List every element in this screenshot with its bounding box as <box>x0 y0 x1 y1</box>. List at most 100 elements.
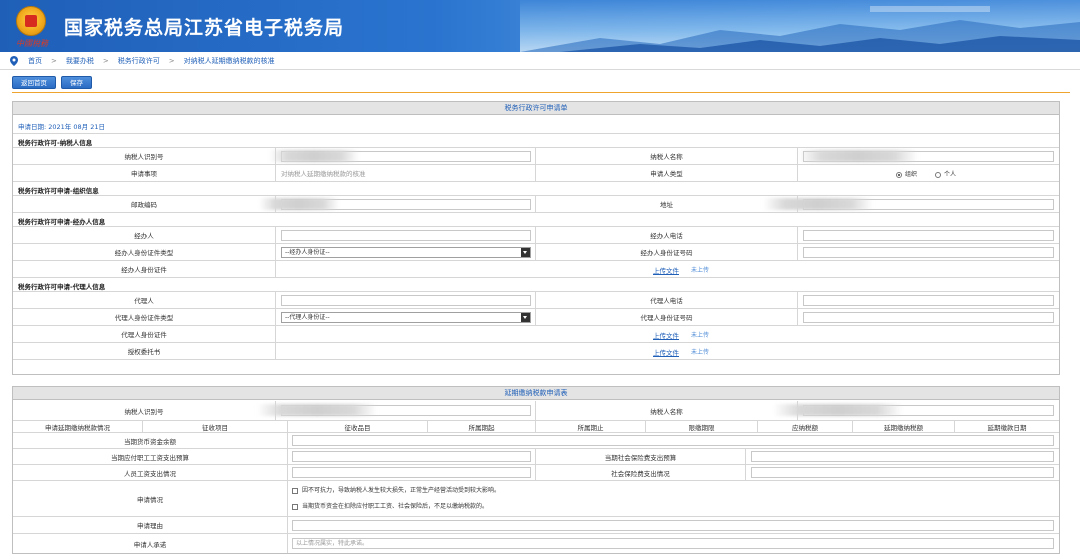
header-banner: 中國稅務 国家税务总局江苏省电子税务局 <box>0 0 1080 52</box>
label-authorization: 授权委托书 <box>13 343 276 359</box>
agent-upload-status: 未上传 <box>691 332 710 339</box>
applicant-type-org-radio[interactable]: 组织 <box>896 169 917 178</box>
social-actual-input[interactable] <box>751 467 1054 478</box>
agent-id-no-input[interactable] <box>803 312 1054 323</box>
form-row: 申请理由 <box>13 517 1059 534</box>
toolbar: 返回首页 保存 <box>12 76 92 89</box>
column-header: 限缴期限 <box>646 421 758 432</box>
form2-title: 延期缴纳税款申请表 <box>13 387 1059 400</box>
label-cash-balance: 当期货币资金余额 <box>13 433 288 448</box>
section-row: 税务行政许可申请-代理人信息 <box>13 278 1059 292</box>
label-wage-actual: 人员工资支出情况 <box>13 465 288 480</box>
save-button[interactable]: 保存 <box>61 76 92 89</box>
form-row: 邮政编码 地址 <box>13 196 1059 213</box>
column-header: 延期缴款日期 <box>987 423 1027 432</box>
situation-option-insufficient-funds[interactable]: 当期货币资金在扣除应付职工工资、社会保险后，不足以缴纳税款的。 <box>292 501 488 510</box>
form-row: 代理人身份证件类型 代理人身份证号码 --代理人身份证-- <box>13 309 1059 326</box>
permit-application-form: 税务行政许可申请单 申请日期: 2021年 08月 21日 税务行政许可-纳税人… <box>12 101 1060 375</box>
label-agent-id-no: 代理人身份证号码 <box>536 309 798 325</box>
back-home-button[interactable]: 返回首页 <box>12 76 56 89</box>
cash-balance-input[interactable] <box>292 435 1054 446</box>
label-commitment: 申请人承诺 <box>13 534 288 553</box>
apply-date: 申请日期: 2021年 08月 21日 <box>18 123 105 131</box>
section-handler: 税务行政许可申请-经办人信息 <box>18 218 106 226</box>
situation-option-force-majeure[interactable]: 因不可抗力，导致纳税人发生较大损失，正常生产经营活动受到较大影响。 <box>292 485 500 494</box>
checkbox-icon <box>292 487 298 494</box>
chevron-down-icon <box>521 248 530 257</box>
location-pin-icon <box>10 56 18 66</box>
label-taxpayer-name-2: 纳税人名称 <box>536 401 798 420</box>
tax-emblem-icon <box>16 6 46 36</box>
section-row: 税务行政许可申请-经办人信息 <box>13 213 1059 227</box>
breadcrumb-permit[interactable]: 税务行政许可 <box>118 56 160 66</box>
breadcrumb-separator: > <box>102 57 109 65</box>
commitment-input[interactable]: 以上情况属实，特此承诺。 <box>292 538 1054 549</box>
form-row: 经办人 经办人电话 <box>13 227 1059 244</box>
checkbox-label: 当期货币资金在扣除应付职工工资、社会保险后，不足以缴纳税款的。 <box>302 503 489 510</box>
cell <box>798 165 1059 181</box>
form-row: 纳税人识别号 纳税人名称 <box>13 401 1059 421</box>
handler-input[interactable] <box>281 230 531 241</box>
label-handler: 经办人 <box>13 227 276 243</box>
label-taxpayer-name: 纳税人名称 <box>536 148 798 164</box>
column-header: 征收项目 <box>143 421 288 432</box>
breadcrumb-separator: > <box>168 57 175 65</box>
select-value: --代理人身份证-- <box>285 314 330 321</box>
apply-item-value: 对纳税人延期缴纳税款的核准 <box>276 165 536 181</box>
label-taxpayer-id: 纳税人识别号 <box>13 148 276 164</box>
agent-id-type-select[interactable]: --代理人身份证-- <box>281 312 531 323</box>
site-title: 国家税务总局江苏省电子税务局 <box>64 17 345 39</box>
column-header: 申请延期缴纳税款情况 <box>13 421 143 432</box>
label-situation: 申请情况 <box>13 481 288 516</box>
chevron-down-icon <box>521 313 530 322</box>
label-agent-id-doc: 代理人身份证件 <box>13 326 276 342</box>
redacted-postcode <box>259 198 339 210</box>
agent-upload-link[interactable]: 上传文件 <box>653 330 679 340</box>
label-social-actual: 社会保险费支出情况 <box>536 465 746 480</box>
authorization-upload-status: 未上传 <box>691 349 710 356</box>
column-header: 应纳税额 <box>758 421 853 432</box>
redacted-taxpayer-id-2 <box>257 404 377 416</box>
agent-input[interactable] <box>281 295 531 306</box>
label-social-budget: 当期社会保险费支出预算 <box>536 449 746 464</box>
reason-input[interactable] <box>292 520 1054 531</box>
breadcrumb-tax[interactable]: 我要办税 <box>66 56 94 66</box>
form-row: 申请情况 因不可抗力，导致纳税人发生较大损失，正常生产经营活动受到较大影响。 当… <box>13 481 1059 517</box>
label-apply-item: 申请事项 <box>13 165 276 181</box>
form-row: 纳税人识别号 纳税人名称 <box>13 148 1059 165</box>
section-org: 税务行政许可申请-组织信息 <box>18 187 99 195</box>
breadcrumb-current[interactable]: 对纳税人延期缴纳税款的核准 <box>184 56 275 66</box>
form-row: 授权委托书 上传文件 未上传 <box>13 343 1059 360</box>
apply-date-row: 申请日期: 2021年 08月 21日 <box>13 116 1059 134</box>
handler-id-no-input[interactable] <box>803 247 1054 258</box>
radio-label: 组织 <box>905 171 918 178</box>
social-budget-input[interactable] <box>751 451 1054 462</box>
handler-upload-status: 未上传 <box>691 267 710 274</box>
handler-id-type-select[interactable]: --经办人身份证-- <box>281 247 531 258</box>
wage-budget-input[interactable] <box>292 451 531 462</box>
redacted-taxpayer-name-2 <box>773 404 903 416</box>
label-address: 地址 <box>536 196 798 212</box>
breadcrumb-home[interactable]: 首页 <box>28 56 42 66</box>
label-handler-id-type: 经办人身份证件类型 <box>13 244 276 260</box>
deferral-application-form: 延期缴纳税款申请表 纳税人识别号 纳税人名称 申请延期缴纳税款情况 征收项目 征… <box>12 386 1060 554</box>
handler-phone-input[interactable] <box>803 230 1054 241</box>
handler-upload-link[interactable]: 上传文件 <box>653 265 679 275</box>
agent-phone-input[interactable] <box>803 295 1054 306</box>
label-applicant-type: 申请人类型 <box>536 165 798 181</box>
wage-actual-input[interactable] <box>292 467 531 478</box>
label-agent: 代理人 <box>13 292 276 308</box>
checkbox-icon <box>292 503 298 510</box>
label-taxpayer-id-2: 纳税人识别号 <box>13 401 276 420</box>
column-header: 征收品目 <box>288 421 428 432</box>
section-row: 税务行政许可申请-组织信息 <box>13 182 1059 196</box>
form-row: 代理人 代理人电话 <box>13 292 1059 309</box>
label-handler-phone: 经办人电话 <box>536 227 798 243</box>
label-agent-phone: 代理人电话 <box>536 292 798 308</box>
column-header: 延期缴纳税额 <box>853 421 955 432</box>
form-row: 人员工资支出情况 社会保险费支出情况 <box>13 465 1059 481</box>
column-header: 所属期止 <box>536 421 646 432</box>
applicant-type-person-radio[interactable]: 个人 <box>935 169 956 178</box>
select-value: --经办人身份证-- <box>285 249 330 256</box>
authorization-upload-link[interactable]: 上传文件 <box>653 347 679 357</box>
